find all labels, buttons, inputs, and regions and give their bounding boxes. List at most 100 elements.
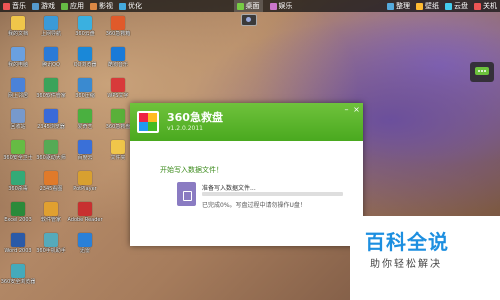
desktop-shortcut[interactable]: 百度云 [67,140,103,161]
desktop-shortcut[interactable]: Word 2003 [0,233,36,254]
top-bar-item-label: 音乐 [12,2,26,10]
dialog-version: v1.2.0.2011 [167,125,203,132]
shortcut-icon [11,16,25,30]
watermark-subtitle: 助你轻松解决 [370,259,442,270]
power-icon [474,2,481,10]
shortcut-icon [78,78,92,92]
app-icon [61,2,68,10]
desktop-shortcut[interactable]: 我的电脑 [0,47,36,68]
desktop-shortcut[interactable]: 2345浏览器 [33,109,69,130]
desktop-shortcut[interactable]: 360压缩 [67,78,103,99]
shortcut-label: 回收站 [10,124,26,130]
music-icon [3,2,10,10]
top-bar-item[interactable]: 影视 [87,0,116,12]
desktop-shortcut[interactable]: 上网导航 [33,16,69,37]
desktop-shortcut[interactable]: PotPlayer [67,171,103,192]
desktop-shortcut[interactable]: 酷狗音乐 [100,47,136,68]
shortcut-icon [11,47,25,61]
top-bar-item[interactable]: 优化 [116,0,145,12]
progress-bar [202,192,343,196]
desktop-shortcut[interactable]: 迅雷 [67,233,103,254]
shortcut-icon [44,47,58,61]
desktop-shortcut[interactable]: 我的文档 [0,16,36,37]
top-bar-item[interactable]: 桌面 [233,0,263,12]
shortcut-icon [44,171,58,185]
desktop-shortcut[interactable]: 2345看图 [33,171,69,192]
desktop-shortcut[interactable]: 360云盘 [67,16,103,37]
shortcut-label: 360驱动大师 [36,155,66,161]
top-bar-item-label: 整理 [396,2,410,10]
shortcut-icon [11,264,25,278]
shortcut-icon [44,16,58,30]
top-bar-item-label: 关机 [483,2,497,10]
shortcut-label: 360软件管家 [36,93,66,99]
desktop-shortcut[interactable]: 360急救箱 [100,16,136,37]
top-bar-item-label: 优化 [128,2,142,10]
shortcut-label: 360云盘 [75,31,95,37]
shortcut-icon [44,78,58,92]
chat-bubble-icon[interactable] [470,62,494,82]
desktop-shortcut[interactable]: 360安全卫士 [0,140,36,161]
top-bar-item[interactable]: 娱乐 [267,0,296,12]
desktop-shortcut[interactable]: 360驱动大师 [33,140,69,161]
shortcut-label: 360安全卫士 [3,155,33,161]
wallpaper-icon [416,2,423,10]
desktop-shortcut[interactable]: WPS文字 [100,78,136,99]
shortcut-label: 2345看图 [39,186,63,192]
top-bar-item[interactable]: 应用 [58,0,87,12]
desktop-shortcut[interactable]: 360安全浏览器 [0,264,36,285]
shortcut-icon [78,109,92,123]
desktop-shortcut[interactable]: 360软件管家 [33,78,69,99]
shortcut-label: PotPlayer [73,186,97,192]
desktop-shortcut[interactable]: 爱奇艺 [67,109,103,130]
shortcut-label: 上网导航 [40,31,61,37]
dialog-header: 360急救盘 v1.2.0.2011 – × [130,103,363,141]
shortcut-icon [44,233,58,247]
shortcut-label: 360急救盘 [105,124,131,130]
top-bar-item[interactable]: 关机 [471,0,500,12]
desktop-shortcut[interactable]: QQ浏览器 [67,47,103,68]
close-icon[interactable]: × [352,105,361,114]
dialog-body: 开始写入数据文件！ 准备写入数据文件... 已完成0%。写盘过程中请勿操作U盘！ [130,141,363,246]
desktop-icon [236,2,244,10]
desktop-icons-area: 我的文档我的电脑网上邻居回收站 360安全卫士 360杀毒 Excel 2003 Wor… [0,12,140,300]
desktop-shortcut[interactable]: Adobe Reader [67,202,103,223]
top-bar-item-label: 云盘 [454,2,468,10]
desktop-shortcut[interactable]: 软件管家 [33,202,69,223]
desktop-shortcut[interactable]: 腾讯QQ [33,47,69,68]
stage-text: 开始写入数据文件！ [160,166,223,174]
top-bar-item[interactable]: 整理 [384,0,413,12]
top-bar-item[interactable]: 云盘 [442,0,471,12]
dialog-title: 360急救盘 [167,111,223,124]
entertainment-icon [269,2,277,10]
desktop-shortcut[interactable]: 网上邻居 [0,78,36,99]
shortcut-label: QQ浏览器 [73,62,97,68]
game-icon [32,2,39,10]
desktop-shortcut[interactable]: 360手机助手 [33,233,69,254]
shortcut-label: 爱奇艺 [77,124,93,130]
desktop-top-bar: 音乐 游戏 应用 影视 优化 桌面 娱乐 整理 壁纸 云盘 关机 [0,0,500,12]
top-bar-right: 整理 壁纸 云盘 关机 [384,0,500,12]
top-bar-item-label: 桌面 [245,2,260,10]
shortcut-label: 百度云 [77,155,93,161]
desktop-shortcut[interactable]: 360杀毒 [0,171,36,192]
desktop-shortcut[interactable]: Excel 2003 [0,202,36,223]
shortcut-icon [78,233,92,247]
shortcut-icon [11,78,25,92]
desktop-shortcut[interactable]: 回收站 [0,109,36,130]
minimize-icon[interactable]: – [342,105,351,114]
shortcut-label: 软件管家 [40,217,61,223]
watermark-title: 百科全说 [365,230,449,254]
top-bar-item[interactable]: 壁纸 [413,0,442,12]
shortcut-label: 腾讯QQ [42,62,60,68]
top-bar-item[interactable]: 音乐 [0,0,29,12]
top-bar-item-label: 壁纸 [425,2,439,10]
shortcut-label: 网上邻居 [7,93,28,99]
top-bar-item-label: 应用 [70,2,84,10]
top-bar-item-label: 游戏 [41,2,55,10]
top-bar-item[interactable]: 游戏 [29,0,58,12]
cloud-icon [445,2,452,10]
camera-icon[interactable] [241,14,257,26]
optimize-icon [119,2,126,10]
shortcut-label: 360安全浏览器 [0,279,36,285]
